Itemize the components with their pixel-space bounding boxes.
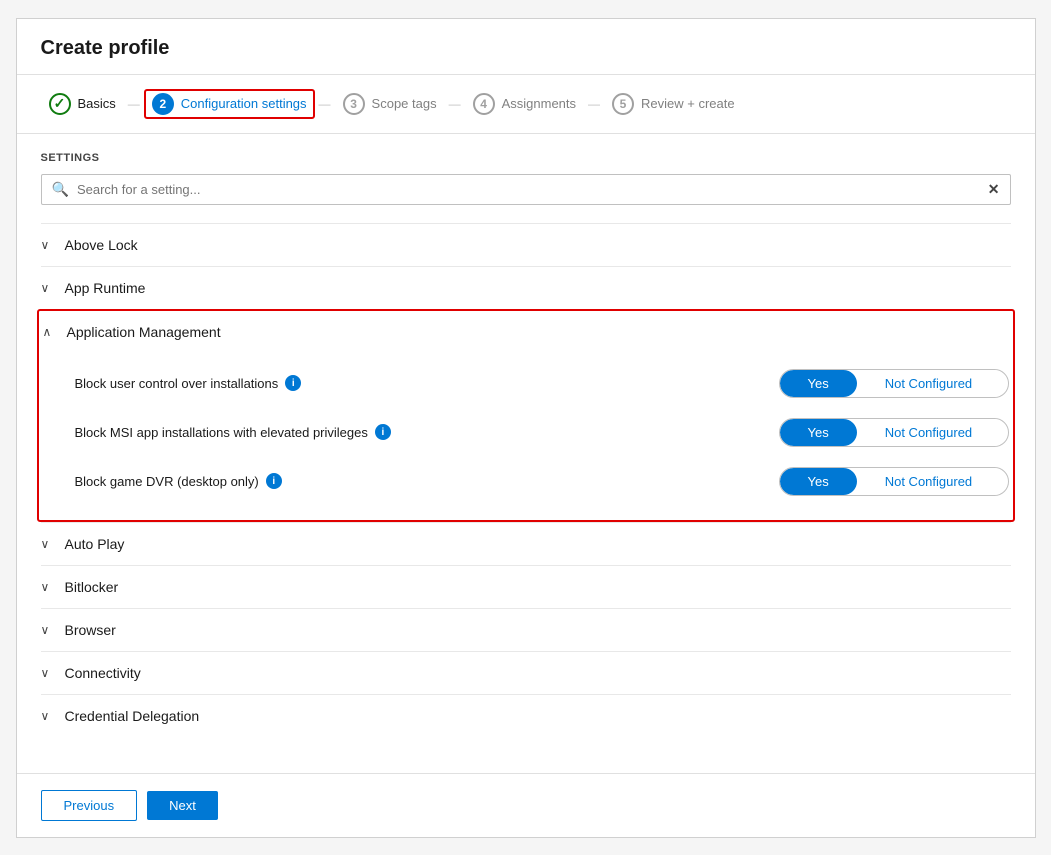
setting-row-block-msi-app: Block MSI app installations with elevate… (75, 408, 1009, 457)
section-application-management-content: Block user control over installations i … (43, 353, 1009, 520)
section-above-lock-header[interactable]: ∨ Above Lock (41, 224, 1011, 266)
section-auto-play-header[interactable]: ∨ Auto Play (41, 523, 1011, 565)
search-bar: 🔍 ✕ (41, 174, 1011, 205)
section-bitlocker-label: Bitlocker (65, 579, 119, 595)
step-scope-label: Scope tags (372, 96, 437, 111)
step-scope-number: 3 (350, 97, 357, 111)
section-browser-header[interactable]: ∨ Browser (41, 609, 1011, 651)
toggle-block-game-dvr: Yes Not Configured (779, 467, 1009, 496)
step-assignments-number: 4 (480, 97, 487, 111)
info-icon-block-msi-app[interactable]: i (375, 424, 391, 440)
setting-label-block-user-control: Block user control over installations i (75, 375, 302, 391)
chevron-down-icon: ∨ (41, 238, 57, 252)
step-configuration-number: 2 (159, 97, 166, 111)
page-title: Create profile (17, 19, 1035, 75)
step-review-number: 5 (620, 97, 627, 111)
section-connectivity: ∨ Connectivity (41, 651, 1011, 694)
step-scope-circle: 3 (343, 93, 365, 115)
chevron-down-icon-6: ∨ (41, 666, 57, 680)
setting-text-block-user-control: Block user control over installations (75, 376, 279, 391)
setting-label-block-game-dvr: Block game DVR (desktop only) i (75, 473, 282, 489)
step-basics[interactable]: ✓ Basics (41, 89, 124, 119)
section-connectivity-header[interactable]: ∨ Connectivity (41, 652, 1011, 694)
section-bitlocker: ∨ Bitlocker (41, 565, 1011, 608)
setting-text-block-msi-app: Block MSI app installations with elevate… (75, 425, 368, 440)
chevron-down-icon-4: ∨ (41, 580, 57, 594)
step-configuration-circle: 2 (152, 93, 174, 115)
step-separator-2: — (319, 97, 331, 111)
section-application-management-label: Application Management (67, 324, 221, 340)
toggle-yes-block-user-control[interactable]: Yes (780, 370, 857, 397)
setting-row-block-game-dvr: Block game DVR (desktop only) i Yes Not … (75, 457, 1009, 506)
section-above-lock: ∨ Above Lock (41, 223, 1011, 266)
step-assignments-circle: 4 (473, 93, 495, 115)
section-application-management: ∧ Application Management Block user cont… (37, 309, 1015, 522)
step-basics-label: Basics (78, 96, 116, 111)
chevron-down-icon-5: ∨ (41, 623, 57, 637)
info-icon-block-game-dvr[interactable]: i (266, 473, 282, 489)
check-icon: ✓ (54, 95, 66, 112)
step-assignments[interactable]: 4 Assignments (465, 89, 584, 119)
setting-row-block-user-control: Block user control over installations i … (75, 359, 1009, 408)
section-application-management-header[interactable]: ∧ Application Management (43, 311, 1009, 353)
step-review-label: Review + create (641, 96, 735, 111)
setting-label-block-msi-app: Block MSI app installations with elevate… (75, 424, 391, 440)
previous-button[interactable]: Previous (41, 790, 138, 821)
chevron-up-icon: ∧ (43, 325, 59, 339)
settings-header: SETTINGS (41, 152, 1011, 164)
chevron-down-icon-3: ∨ (41, 537, 57, 551)
section-credential-delegation-label: Credential Delegation (65, 708, 200, 724)
step-configuration-box[interactable]: 2 Configuration settings (144, 89, 315, 119)
section-auto-play-label: Auto Play (65, 536, 125, 552)
search-clear-icon[interactable]: ✕ (988, 181, 1000, 198)
toggle-not-configured-block-user-control[interactable]: Not Configured (857, 370, 1000, 397)
step-separator-4: — (588, 97, 600, 111)
wizard-steps: ✓ Basics — 2 Configuration settings — 3 … (17, 75, 1035, 134)
setting-text-block-game-dvr: Block game DVR (desktop only) (75, 474, 259, 489)
section-connectivity-label: Connectivity (65, 665, 141, 681)
section-auto-play: ∨ Auto Play (41, 522, 1011, 565)
chevron-down-icon-7: ∨ (41, 709, 57, 723)
step-separator-3: — (449, 97, 461, 111)
section-bitlocker-header[interactable]: ∨ Bitlocker (41, 566, 1011, 608)
footer: Previous Next (17, 773, 1035, 837)
search-icon: 🔍 (52, 181, 69, 198)
step-separator-1: — (128, 97, 140, 111)
step-configuration-label: Configuration settings (181, 96, 307, 111)
toggle-yes-block-msi-app[interactable]: Yes (780, 419, 857, 446)
create-profile-window: Create profile ✓ Basics — 2 Configuratio… (16, 18, 1036, 838)
section-app-runtime-header[interactable]: ∨ App Runtime (41, 267, 1011, 309)
chevron-down-icon-2: ∨ (41, 281, 57, 295)
toggle-block-msi-app: Yes Not Configured (779, 418, 1009, 447)
section-browser-label: Browser (65, 622, 116, 638)
section-app-runtime: ∨ App Runtime (41, 266, 1011, 309)
step-assignments-label: Assignments (502, 96, 576, 111)
step-review-circle: 5 (612, 93, 634, 115)
content-area: SETTINGS 🔍 ✕ ∨ Above Lock ∨ App Runtime … (17, 134, 1035, 773)
info-icon-block-user-control[interactable]: i (285, 375, 301, 391)
section-app-runtime-label: App Runtime (65, 280, 146, 296)
step-review[interactable]: 5 Review + create (604, 89, 743, 119)
section-credential-delegation-header[interactable]: ∨ Credential Delegation (41, 695, 1011, 737)
section-credential-delegation: ∨ Credential Delegation (41, 694, 1011, 737)
toggle-not-configured-block-msi-app[interactable]: Not Configured (857, 419, 1000, 446)
step-scope[interactable]: 3 Scope tags (335, 89, 445, 119)
toggle-not-configured-block-game-dvr[interactable]: Not Configured (857, 468, 1000, 495)
section-above-lock-label: Above Lock (65, 237, 138, 253)
next-button[interactable]: Next (147, 791, 218, 820)
section-browser: ∨ Browser (41, 608, 1011, 651)
search-input[interactable] (77, 182, 980, 197)
step-basics-circle: ✓ (49, 93, 71, 115)
toggle-block-user-control: Yes Not Configured (779, 369, 1009, 398)
toggle-yes-block-game-dvr[interactable]: Yes (780, 468, 857, 495)
